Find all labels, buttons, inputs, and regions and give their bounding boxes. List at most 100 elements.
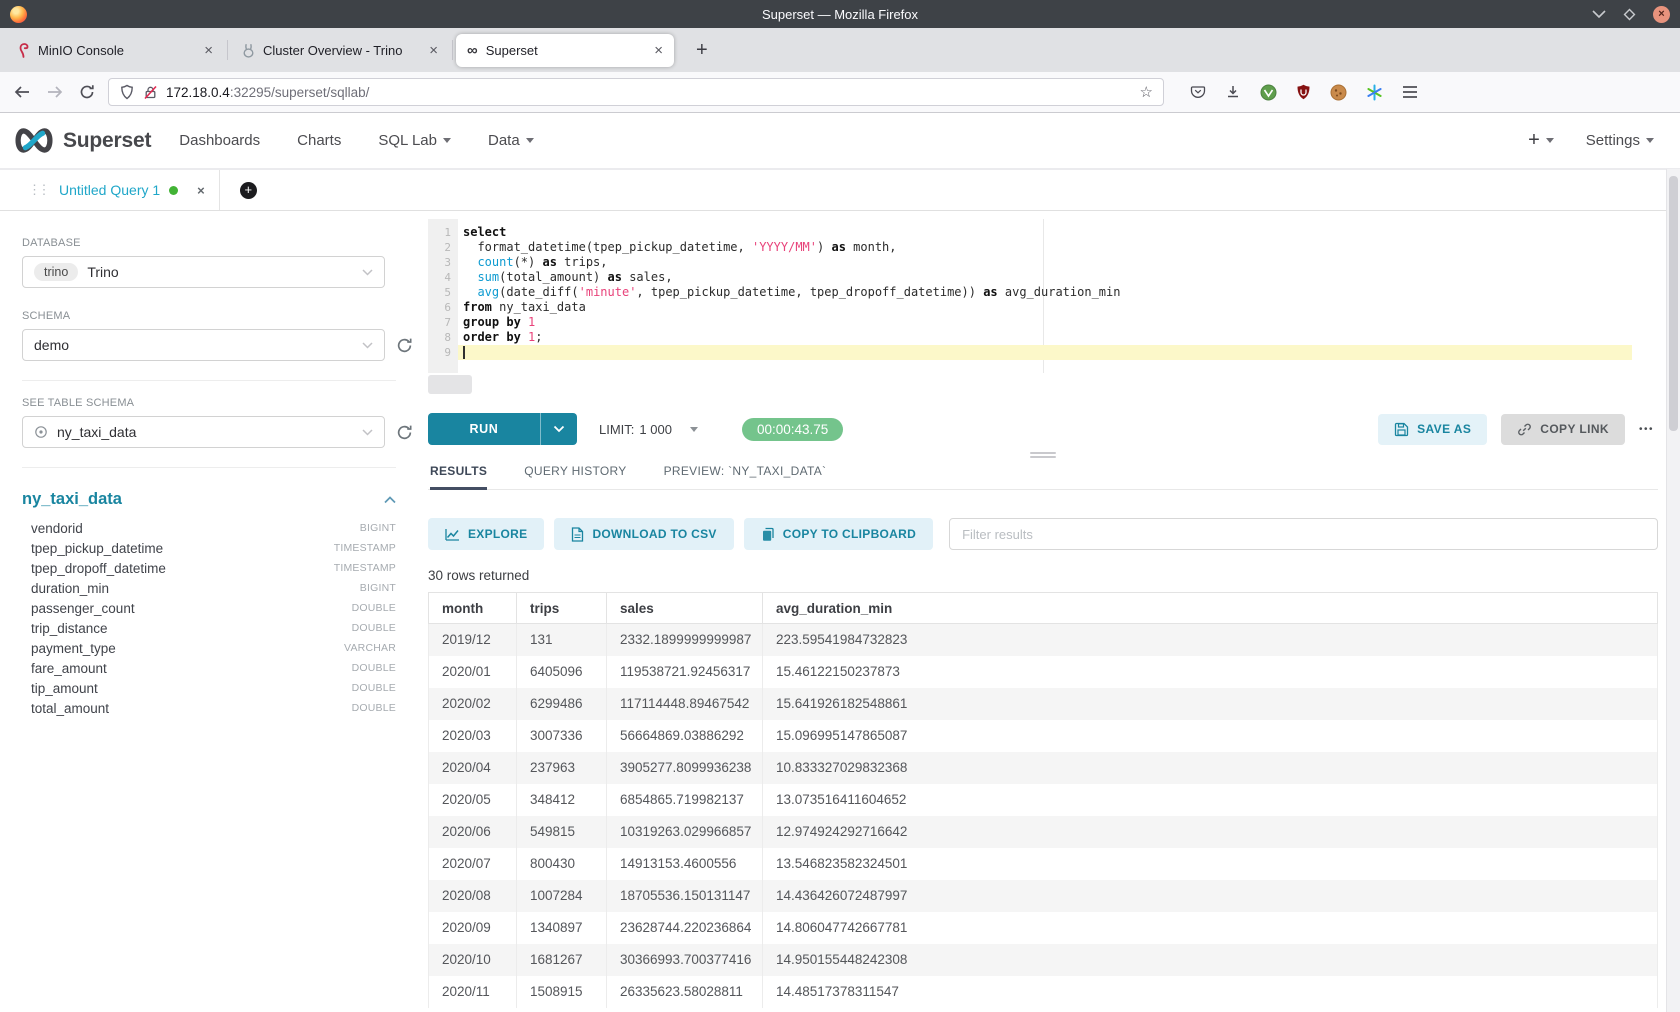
sql-editor-line[interactable]: count(*) as trips, <box>458 255 1632 270</box>
scrollbar-thumb[interactable] <box>1669 176 1678 431</box>
sql-editor-line[interactable]: select <box>458 225 1632 240</box>
back-icon[interactable] <box>13 84 31 100</box>
schema-column-row[interactable]: total_amountDOUBLE <box>22 698 396 718</box>
close-query-tab-icon[interactable]: × <box>197 183 205 198</box>
new-item-button[interactable]: + <box>1528 129 1554 152</box>
table-row[interactable]: 2020/0780043014913153.460055613.54682358… <box>429 848 1658 880</box>
sql-editor-line[interactable] <box>458 345 1632 360</box>
sql-editor-line[interactable]: group by 1 <box>458 315 1632 330</box>
tracking-shield-icon[interactable] <box>119 84 135 100</box>
tab-close-icon[interactable]: × <box>201 42 216 59</box>
schema-column-row[interactable]: payment_typeVARCHAR <box>22 638 396 658</box>
add-query-tab-button[interactable]: + <box>240 182 257 199</box>
schema-column-row[interactable]: vendoridBIGINT <box>22 518 396 538</box>
refresh-tables-icon[interactable] <box>396 424 413 441</box>
schema-column-row[interactable]: tip_amountDOUBLE <box>22 678 396 698</box>
run-options-chevron-icon[interactable] <box>541 413 577 445</box>
extension-asterisk-icon[interactable] <box>1366 84 1383 101</box>
schema-column-row[interactable]: fare_amountDOUBLE <box>22 658 396 678</box>
ublock-origin-icon[interactable] <box>1296 84 1311 100</box>
browser-tab-trino[interactable]: Cluster Overview - Trino × <box>231 34 449 67</box>
table-row[interactable]: 2020/026299486117114448.8946754215.64192… <box>429 688 1658 720</box>
table-row[interactable]: 2020/053484126854865.71998213713.0735164… <box>429 784 1658 816</box>
forward-icon[interactable] <box>46 84 64 100</box>
browser-tab-superset[interactable]: ∞ Superset × <box>456 34 674 67</box>
editor-horizontal-scrollbar[interactable] <box>428 373 1632 397</box>
schema-column-row[interactable]: duration_minBIGINT <box>22 578 396 598</box>
hamburger-menu-icon[interactable] <box>1402 85 1418 99</box>
window-close-icon[interactable]: × <box>1653 6 1670 23</box>
sql-editor-line[interactable]: sum(total_amount) as sales, <box>458 270 1632 285</box>
window-minimize-icon[interactable] <box>1592 10 1606 19</box>
drag-handle-icon[interactable]: ⋮⋮ <box>28 182 47 198</box>
schema-column-row[interactable]: tpep_pickup_datetimeTIMESTAMP <box>22 538 396 558</box>
downloads-icon[interactable] <box>1225 84 1241 100</box>
more-options-icon[interactable]: ••• <box>1639 424 1654 435</box>
results-column-header[interactable]: month <box>429 593 517 624</box>
insecure-lock-icon[interactable] <box>143 85 158 100</box>
bookmark-star-icon[interactable]: ☆ <box>1140 83 1153 101</box>
table-row[interactable]: 2020/10168126730366993.70037741614.95015… <box>429 944 1658 976</box>
table-row[interactable]: 2020/016405096119538721.9245631715.46122… <box>429 656 1658 688</box>
explore-button[interactable]: EXPLORE <box>428 518 544 550</box>
table-row[interactable]: 2020/03300733656664869.0388629215.096995… <box>429 720 1658 752</box>
tab-preview-table[interactable]: PREVIEW: `NY_TAXI_DATA` <box>664 464 827 489</box>
pane-resize-handle[interactable] <box>1030 452 1056 458</box>
sql-code-editor[interactable]: 123456789 select format_datetime(tpep_pi… <box>428 219 1632 373</box>
tab-close-icon[interactable]: × <box>651 42 666 59</box>
table-row[interactable]: 2020/0654981510319263.02996685712.974924… <box>429 816 1658 848</box>
new-tab-button[interactable]: + <box>690 39 714 62</box>
chart-icon <box>445 528 460 541</box>
table-cell: 12.974924292716642 <box>763 816 1658 848</box>
tab-query-history[interactable]: QUERY HISTORY <box>524 464 626 489</box>
results-column-header[interactable]: trips <box>517 593 607 624</box>
sql-editor-line[interactable]: format_datetime(tpep_pickup_datetime, 'Y… <box>458 240 1632 255</box>
sql-editor-line[interactable]: order by 1; <box>458 330 1632 345</box>
url-bar[interactable]: 172.18.0.4:32295/superset/sqllab/ ☆ <box>108 78 1164 106</box>
privacy-badger-icon[interactable] <box>1260 84 1277 101</box>
table-row[interactable]: 2020/08100728418705536.15013114714.43642… <box>429 880 1658 912</box>
schema-select[interactable]: demo <box>22 329 385 361</box>
pocket-icon[interactable] <box>1190 84 1206 100</box>
chevron-up-icon[interactable] <box>384 496 396 504</box>
run-query-button[interactable]: RUN <box>428 413 577 445</box>
window-maximize-icon[interactable] <box>1623 8 1636 21</box>
page-scrollbar[interactable] <box>1666 169 1680 1012</box>
filter-results-input[interactable] <box>949 518 1658 550</box>
tab-results[interactable]: RESULTS <box>430 464 487 490</box>
scrollbar-thumb[interactable] <box>428 375 472 394</box>
table-row[interactable]: 2020/09134089723628744.22023686414.80604… <box>429 912 1658 944</box>
refresh-schemas-icon[interactable] <box>396 337 413 354</box>
table-schema-select[interactable]: ny_taxi_data <box>22 416 385 448</box>
results-column-header[interactable]: avg_duration_min <box>763 593 1658 624</box>
browser-tab-minio[interactable]: MinIO Console × <box>6 34 224 67</box>
schema-column-row[interactable]: trip_distanceDOUBLE <box>22 618 396 638</box>
schema-column-row[interactable]: passenger_countDOUBLE <box>22 598 396 618</box>
cookie-extension-icon[interactable] <box>1330 84 1347 101</box>
table-row[interactable]: 2019/121312332.1899999999987223.59541984… <box>429 624 1658 656</box>
database-select[interactable]: trino Trino <box>22 256 385 288</box>
table-row[interactable]: 2020/042379633905277.809993623810.833327… <box>429 752 1658 784</box>
query-tab-untitled-query-1[interactable]: ⋮⋮ Untitled Query 1 × <box>22 170 220 210</box>
results-column-header[interactable]: sales <box>607 593 763 624</box>
copy-to-clipboard-button[interactable]: COPY TO CLIPBOARD <box>744 518 933 550</box>
tab-close-icon[interactable]: × <box>426 42 441 59</box>
superset-brand[interactable]: Superset <box>12 127 151 154</box>
limit-dropdown[interactable]: LIMIT: 1 000 <box>599 422 698 437</box>
schema-column-row[interactable]: tpep_dropoff_datetimeTIMESTAMP <box>22 558 396 578</box>
table-row[interactable]: 2020/11150891526335623.5802881114.485173… <box>429 976 1658 1008</box>
sql-editor-line[interactable]: avg(date_diff('minute', tpep_pickup_date… <box>458 285 1632 300</box>
nav-item-dashboards[interactable]: Dashboards <box>179 132 260 149</box>
nav-item-sql-lab[interactable]: SQL Lab <box>378 132 451 149</box>
download-csv-button[interactable]: DOWNLOAD TO CSV <box>554 518 733 550</box>
editor-code-lines[interactable]: select format_datetime(tpep_pickup_datet… <box>458 219 1632 360</box>
copy-link-button[interactable]: COPY LINK <box>1501 414 1625 445</box>
reload-icon[interactable] <box>79 84 95 100</box>
table-panel-header[interactable]: ny_taxi_data <box>22 490 396 509</box>
settings-menu[interactable]: Settings <box>1586 132 1654 149</box>
nav-item-data[interactable]: Data <box>488 132 534 149</box>
run-button-label[interactable]: RUN <box>428 413 541 445</box>
nav-item-charts[interactable]: Charts <box>297 132 341 149</box>
save-as-button[interactable]: SAVE AS <box>1378 414 1487 445</box>
sql-editor-line[interactable]: from ny_taxi_data <box>458 300 1632 315</box>
